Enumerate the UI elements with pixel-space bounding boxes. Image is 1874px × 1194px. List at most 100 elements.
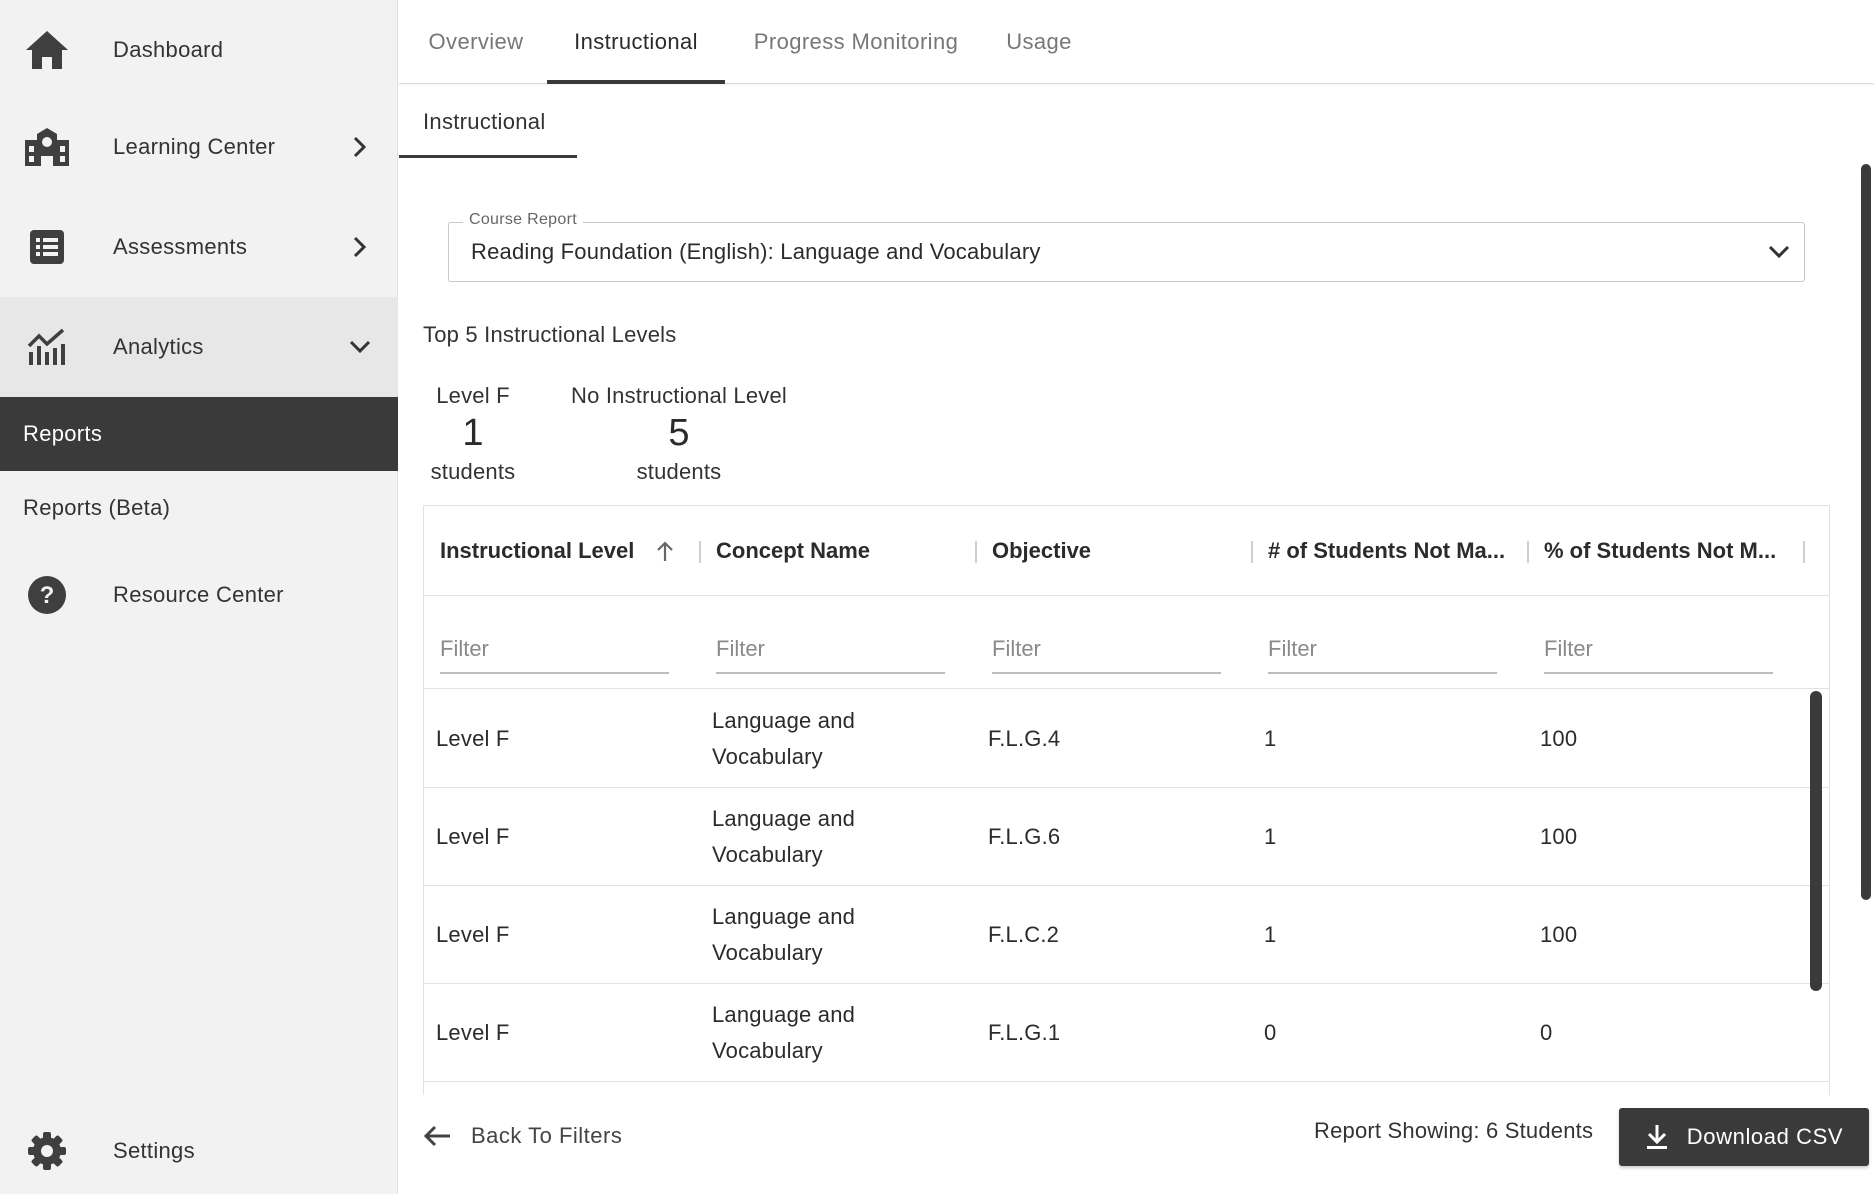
table-row[interactable]: Level F Language and Vocabulary F.L.G.6 … (424, 788, 1829, 886)
tab-label: Usage (1006, 29, 1072, 54)
back-to-filters-button[interactable]: Back To Filters (423, 1114, 622, 1158)
tab-progress-monitoring[interactable]: Progress Monitoring (749, 0, 963, 84)
page-scrollbar[interactable] (1861, 164, 1871, 900)
filter-input-students-not-mastered[interactable] (1268, 626, 1497, 674)
cell-students-not-mastered: 1 (1264, 922, 1277, 947)
sort-ascending-icon[interactable] (656, 540, 674, 562)
column-header-instructional-level[interactable]: Instructional Level (440, 506, 674, 596)
table-row[interactable]: Level F Language and Vocabulary F.L.G.4 … (424, 690, 1829, 788)
column-separator[interactable] (975, 541, 977, 563)
cell-instructional-level: Level F (436, 1020, 510, 1045)
column-header-label: Objective (992, 538, 1092, 563)
svg-text:?: ? (40, 582, 55, 609)
sidebar-item-learning-center[interactable]: Learning Center (0, 97, 398, 197)
sidebar-item-label: Settings (113, 1138, 195, 1163)
filter-input-concept-name[interactable] (716, 626, 945, 674)
back-label: Back To Filters (471, 1123, 623, 1148)
subtab-label: Instructional (423, 108, 546, 134)
home-icon (22, 25, 72, 75)
stat-count: 1 (462, 412, 484, 454)
stat-count: 5 (668, 412, 690, 454)
cell-percent-not-mastered: 100 (1540, 726, 1578, 751)
sidebar-item-assessments[interactable]: Assessments (0, 197, 398, 297)
sidebar-item-resource-center[interactable]: ? Resource Center (0, 545, 398, 645)
column-header-label: Concept Name (716, 538, 871, 563)
course-report-select[interactable]: Course Report Reading Foundation (Englis… (448, 211, 1805, 282)
column-header-percent-not-mastered[interactable]: % of Students Not M... (1544, 506, 1776, 596)
gear-icon (22, 1126, 72, 1176)
sidebar-item-label: Reports (23, 421, 103, 446)
cell-concept-name: Language and Vocabulary (712, 1002, 856, 1063)
cell-students-not-mastered: 1 (1264, 726, 1277, 751)
column-header-objective[interactable]: Objective (992, 506, 1091, 596)
sidebar-item-label: Learning Center (113, 134, 276, 159)
tab-label: Progress Monitoring (753, 29, 959, 54)
sidebar: Dashboard Learning Center Assessments An… (0, 0, 398, 1194)
report-count: Report Showing: 6 Students (1314, 1118, 1594, 1143)
sidebar-item-label: Resource Center (113, 582, 284, 607)
list-icon (22, 222, 72, 272)
cell-instructional-level: Level F (436, 922, 510, 947)
stat-unit: students (636, 459, 722, 484)
filter-input-instructional-level[interactable] (440, 626, 669, 674)
sidebar-item-reports[interactable]: Reports (0, 397, 398, 471)
table-row[interactable]: Level F Language and Vocabulary F.L.G.1 … (424, 984, 1829, 1082)
tab-bar: Overview Instructional Progress Monitori… (399, 0, 1874, 84)
cell-objective: F.L.C.2 (988, 922, 1060, 947)
column-header-concept-name[interactable]: Concept Name (716, 506, 870, 596)
column-header-label: % of Students Not M... (1544, 538, 1777, 563)
top-levels-title: Top 5 Instructional Levels (423, 322, 677, 347)
chevron-right-icon (345, 232, 375, 262)
cell-instructional-level: Level F (436, 824, 510, 849)
chevron-right-icon (345, 132, 375, 162)
cell-students-not-mastered: 1 (1264, 824, 1277, 849)
column-header-label: Instructional Level (440, 538, 635, 563)
column-separator[interactable] (1803, 541, 1805, 563)
cell-objective: F.L.G.1 (988, 1020, 1061, 1045)
main-content: Overview Instructional Progress Monitori… (399, 0, 1874, 1194)
cell-students-not-mastered: 0 (1264, 1020, 1277, 1045)
cell-percent-not-mastered: 0 (1540, 1020, 1553, 1045)
column-header-label: # of Students Not Ma... (1268, 538, 1506, 563)
school-icon (22, 122, 72, 172)
column-separator[interactable] (1527, 541, 1529, 563)
tab-overview[interactable]: Overview (423, 0, 529, 84)
download-icon (1645, 1123, 1671, 1151)
download-csv-button[interactable]: Download CSV (1619, 1108, 1869, 1166)
table-header: Instructional Level Concept Name Objecti… (424, 506, 1829, 596)
tab-usage[interactable]: Usage (997, 0, 1081, 84)
sidebar-item-label: Dashboard (113, 37, 224, 62)
sidebar-item-dashboard[interactable]: Dashboard (0, 0, 398, 100)
cell-instructional-level: Level F (436, 726, 510, 751)
sidebar-item-reports-beta[interactable]: Reports (Beta) (0, 471, 398, 545)
sidebar-item-label: Reports (Beta) (23, 495, 171, 520)
table-row[interactable]: Level F Language and Vocabulary F.L.C.2 … (424, 886, 1829, 984)
table-scrollbar[interactable] (1810, 691, 1822, 991)
download-label: Download CSV (1686, 1124, 1844, 1149)
column-separator[interactable] (1251, 541, 1253, 563)
filter-row (424, 596, 1829, 689)
chevron-down-icon (1764, 237, 1794, 267)
tab-label: Overview (428, 29, 524, 54)
cell-percent-not-mastered: 100 (1540, 824, 1578, 849)
stat-label: No Instructional Level (571, 383, 787, 408)
tab-label: Instructional (574, 29, 698, 54)
cell-concept-name: Language and Vocabulary (712, 904, 856, 965)
stat-no-level: No Instructional Level 5 students (569, 383, 789, 485)
arrow-left-icon (423, 1121, 453, 1151)
column-separator[interactable] (699, 541, 701, 563)
sidebar-item-settings[interactable]: Settings (0, 1101, 398, 1194)
filter-input-percent-not-mastered[interactable] (1544, 626, 1773, 674)
stat-label: Level F (436, 383, 510, 408)
sidebar-item-analytics[interactable]: Analytics (0, 297, 398, 397)
help-icon: ? (22, 570, 72, 620)
chevron-down-icon (345, 332, 375, 362)
cell-objective: F.L.G.6 (988, 824, 1061, 849)
instructional-table: Instructional Level Concept Name Objecti… (423, 505, 1830, 1095)
column-header-students-not-mastered[interactable]: # of Students Not Ma... (1268, 506, 1505, 596)
course-report-value: Reading Foundation (English): Language a… (471, 239, 1041, 264)
filter-input-objective[interactable] (992, 626, 1221, 674)
tab-instructional[interactable]: Instructional (547, 0, 725, 84)
subtab-instructional[interactable]: Instructional (399, 88, 577, 158)
sidebar-item-label: Assessments (113, 234, 248, 259)
